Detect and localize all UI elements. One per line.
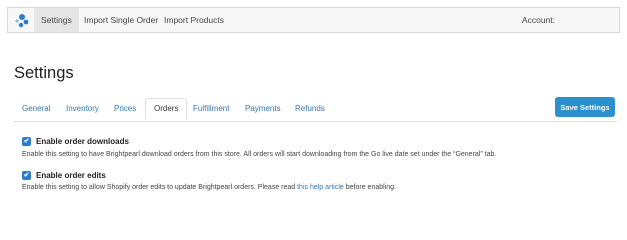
brightpearl-logo-icon[interactable] bbox=[13, 12, 31, 30]
page-title: Settings bbox=[14, 64, 74, 82]
enable-order-downloads-description: Enable this setting to have Brightpearl … bbox=[22, 151, 497, 158]
nav-import-products[interactable]: Import Products bbox=[157, 8, 231, 32]
enable-order-edits-option: ✔ Enable order edits bbox=[22, 171, 106, 180]
tab-refunds[interactable]: Refunds bbox=[288, 98, 332, 120]
description-text: Enable this setting to allow Shopify ord… bbox=[22, 184, 298, 191]
enable-order-edits-checkbox[interactable]: ✔ bbox=[22, 171, 31, 180]
top-navigation: Settings Import Single Order Import Prod… bbox=[7, 7, 620, 33]
tab-prices[interactable]: Prices bbox=[107, 98, 143, 120]
settings-tabs: General Inventory Prices Orders Fulfillm… bbox=[14, 98, 617, 122]
enable-order-downloads-label: Enable order downloads bbox=[36, 137, 129, 146]
nav-import-single-order[interactable]: Import Single Order bbox=[77, 8, 165, 32]
tab-inventory[interactable]: Inventory bbox=[59, 98, 106, 120]
tab-general[interactable]: General bbox=[15, 98, 57, 120]
enable-order-edits-description: Enable this setting to allow Shopify ord… bbox=[22, 184, 396, 191]
tab-payments[interactable]: Payments bbox=[238, 98, 288, 120]
description-text-end: before enabling. bbox=[343, 184, 396, 191]
account-label[interactable]: Account: bbox=[522, 8, 555, 32]
save-settings-button[interactable]: Save Settings bbox=[555, 97, 615, 117]
enable-order-downloads-option: ✔ Enable order downloads bbox=[22, 137, 129, 146]
tab-orders[interactable]: Orders bbox=[145, 98, 188, 120]
help-article-link[interactable]: this help article bbox=[297, 184, 344, 191]
enable-order-downloads-checkbox[interactable]: ✔ bbox=[22, 137, 31, 146]
tab-fulfillment[interactable]: Fulfillment bbox=[186, 98, 236, 120]
nav-settings[interactable]: Settings bbox=[34, 8, 79, 32]
enable-order-edits-label: Enable order edits bbox=[36, 171, 106, 180]
